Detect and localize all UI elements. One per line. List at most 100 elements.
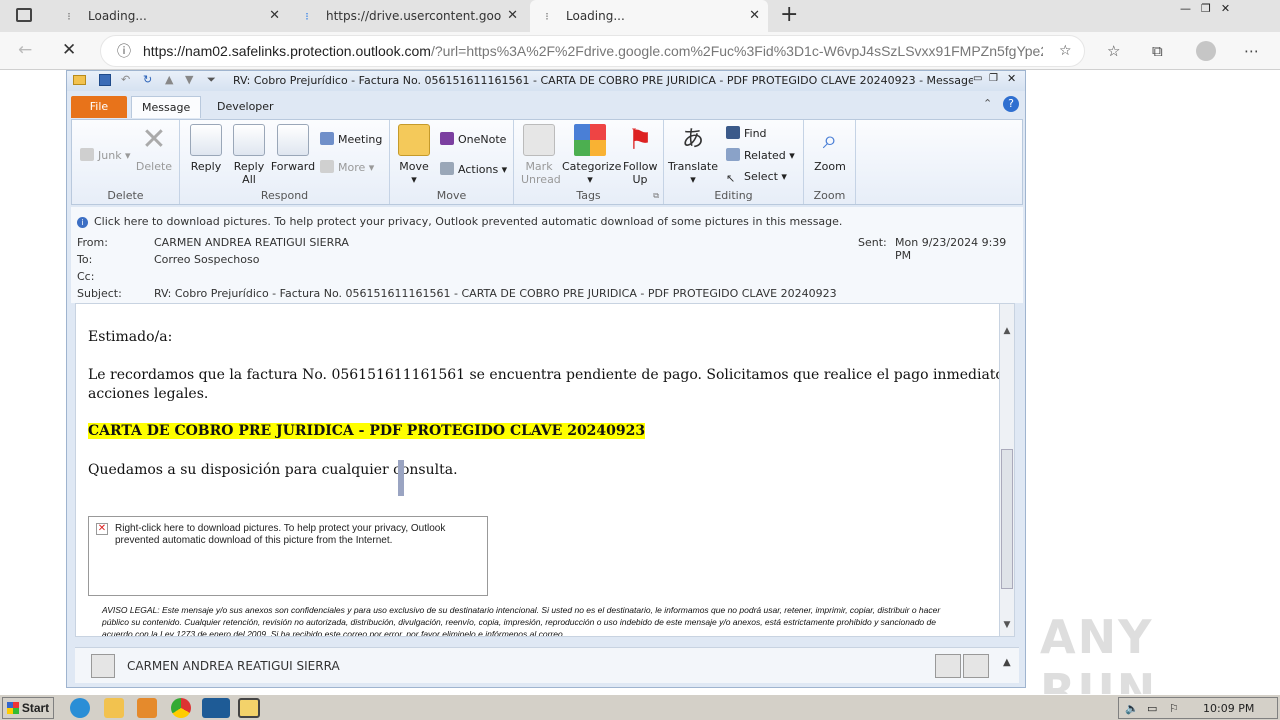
maximize-button[interactable]: ❐ — [1201, 2, 1211, 16]
tab-file[interactable]: File — [71, 96, 127, 118]
url-field[interactable]: ⓘ https://nam02.safelinks.protection.out… — [100, 35, 1085, 67]
related-button[interactable]: Related ▾ — [726, 148, 795, 162]
actions-button[interactable]: Actions ▾ — [440, 162, 507, 176]
more-button[interactable]: More ▾ — [320, 160, 374, 174]
media-player-icon[interactable] — [137, 698, 157, 718]
group-move: Move ▾ OneNote Actions ▾ Move — [390, 120, 514, 204]
more-menu-icon[interactable]: ⋯ — [1244, 42, 1259, 60]
scroll-thumb[interactable] — [1001, 449, 1013, 589]
to-value[interactable]: Correo Sospechoso — [154, 253, 259, 266]
highlight-text[interactable]: CARTA DE COBRO PRE JURIDICA - PDF PROTEG… — [88, 423, 646, 439]
clock[interactable]: 10:09 PM — [1203, 702, 1254, 715]
group-delete: Junk ▾ ✕ Delete Delete — [72, 120, 180, 204]
flag-icon[interactable]: ⚐ — [1169, 702, 1179, 715]
close-tab-icon[interactable]: ✕ — [269, 8, 280, 23]
close-tab-icon[interactable]: ✕ — [507, 8, 518, 23]
contact-name[interactable]: CARMEN ANDREA REATIGUI SIERRA — [127, 659, 340, 673]
select-button[interactable]: ↖ Select ▾ — [726, 170, 787, 185]
outlook-minimize-button[interactable]: ▭ — [973, 73, 982, 84]
window-controls: — ❐ ✕ — [1180, 2, 1270, 16]
start-button[interactable]: Start — [2, 697, 54, 719]
from-label: From: — [77, 236, 108, 249]
ribbon: Junk ▾ ✕ Delete Delete Reply Reply All F… — [71, 119, 1023, 205]
tab-actions-icon[interactable] — [16, 8, 32, 22]
up-arrow-icon[interactable]: ▲ — [165, 73, 173, 86]
group-label: Zoom — [813, 189, 846, 202]
mail-icon — [73, 75, 86, 85]
actions-label: Actions — [458, 163, 499, 176]
info-bar[interactable]: i Click here to download pictures. To hel… — [77, 215, 842, 228]
url-host: https://nam02.safelinks.protection.outlo… — [143, 43, 431, 59]
close-tab-icon[interactable]: ✕ — [749, 8, 760, 23]
chrome-icon[interactable] — [171, 698, 191, 718]
volume-icon[interactable]: 🔈 — [1125, 702, 1139, 715]
body-paragraph-line-1: Le recordamos que la factura No. 0561516… — [88, 367, 1009, 383]
scroll-down-arrow[interactable]: ▼ — [1000, 620, 1014, 634]
contact-avatar[interactable] — [91, 654, 115, 678]
collections-icon[interactable]: ⧉ — [1152, 42, 1163, 60]
save-icon[interactable] — [99, 74, 111, 86]
reply-icon — [190, 124, 222, 156]
sent-label: Sent: — [858, 236, 887, 249]
translate-button[interactable]: あ Translate ▾ — [668, 124, 718, 186]
add-favorite-icon[interactable]: ☆ — [1059, 43, 1072, 59]
zoom-button[interactable]: ⌕ Zoom — [808, 124, 852, 173]
outlook-message-window: ↶ ↻ ▲ ▼ ⏷ RV: Cobro Prejurídico - Factur… — [66, 70, 1026, 688]
junk-button[interactable]: Junk ▾ — [80, 148, 131, 162]
ie-icon[interactable] — [70, 698, 90, 718]
outlook-close-button[interactable]: ✕ — [1007, 72, 1016, 85]
browser-tab-3-active[interactable]: ⁝ Loading... ✕ — [530, 0, 768, 32]
close-window-button[interactable]: ✕ — [1221, 2, 1230, 16]
reply-all-button[interactable]: Reply All — [228, 124, 270, 186]
ribbon-tabs: File Message Developer ⌃ ? — [67, 93, 1025, 118]
expand-people-pane-icon[interactable]: ▲ — [1003, 657, 1011, 668]
stop-loading-icon[interactable]: ✕ — [62, 40, 76, 60]
onenote-button[interactable]: OneNote — [440, 132, 506, 146]
more-label: More — [338, 161, 366, 174]
magnifier-icon: ⌕ — [822, 125, 838, 155]
dialog-launcher-icon[interactable]: ⧉ — [653, 191, 659, 201]
undo-icon[interactable]: ↶ — [121, 73, 130, 86]
quick-access-menu-icon[interactable]: ⏷ — [207, 73, 216, 87]
from-value[interactable]: CARMEN ANDREA REATIGUI SIERRA — [154, 236, 349, 249]
find-label: Find — [744, 127, 767, 140]
contact-photo-icon[interactable] — [963, 654, 989, 678]
back-arrow-icon[interactable]: ← — [18, 40, 32, 60]
minimize-button[interactable]: — — [1180, 2, 1191, 16]
edge-icon[interactable] — [202, 698, 230, 718]
redo-icon[interactable]: ↻ — [143, 73, 152, 86]
message-body[interactable]: Estimado/a: Le recordamos que la factura… — [75, 303, 1009, 637]
highlighted-link-text[interactable]: CARTA DE COBRO PRE JURIDICA - PDF PROTEG… — [88, 422, 646, 441]
blocked-picture-placeholder[interactable]: ✕ Right-click here to download pictures.… — [88, 516, 488, 596]
forward-button[interactable]: Forward — [270, 124, 316, 173]
body-scrollbar[interactable]: ▲ ▼ — [999, 303, 1015, 637]
tab-label: Loading... — [88, 9, 147, 23]
scroll-up-arrow[interactable]: ▲ — [1000, 326, 1014, 340]
junk-label: Junk — [98, 149, 122, 162]
profile-avatar[interactable] — [1196, 41, 1216, 61]
outlook-taskbar-icon[interactable] — [238, 698, 260, 718]
down-arrow-icon[interactable]: ▼ — [185, 73, 193, 86]
browser-tab-2[interactable]: ⁝ https://drive.usercontent.googl ✕ — [290, 0, 526, 32]
contact-photo-icon[interactable] — [935, 654, 961, 678]
folder-icon[interactable] — [104, 698, 124, 718]
browser-tab-1[interactable]: ⁝ Loading... ✕ — [52, 0, 288, 32]
favorites-icon[interactable]: ☆ — [1107, 42, 1120, 60]
meeting-button[interactable]: Meeting — [320, 132, 382, 146]
reply-button[interactable]: Reply — [184, 124, 228, 173]
info-icon[interactable]: ⓘ — [117, 41, 131, 61]
loading-icon: ⁝ — [67, 9, 71, 23]
tab-message[interactable]: Message — [131, 96, 202, 118]
new-tab-button[interactable]: + — [780, 2, 798, 27]
move-button[interactable]: Move ▾ — [394, 124, 434, 186]
network-icon[interactable]: ▭ — [1147, 702, 1157, 715]
outlook-restore-button[interactable]: ❐ — [989, 73, 998, 84]
tab-developer[interactable]: Developer — [207, 96, 284, 118]
minimize-ribbon-icon[interactable]: ⌃ — [983, 97, 992, 110]
help-icon[interactable]: ? — [1003, 96, 1019, 112]
find-button[interactable]: Find — [726, 126, 767, 140]
mark-unread-button[interactable]: Mark Unread — [518, 124, 561, 186]
follow-up-button[interactable]: ⚑ Follow Up — [620, 124, 660, 187]
categorize-button[interactable]: Categorize ▾ — [562, 124, 621, 186]
delete-button[interactable]: ✕ Delete — [132, 124, 176, 174]
